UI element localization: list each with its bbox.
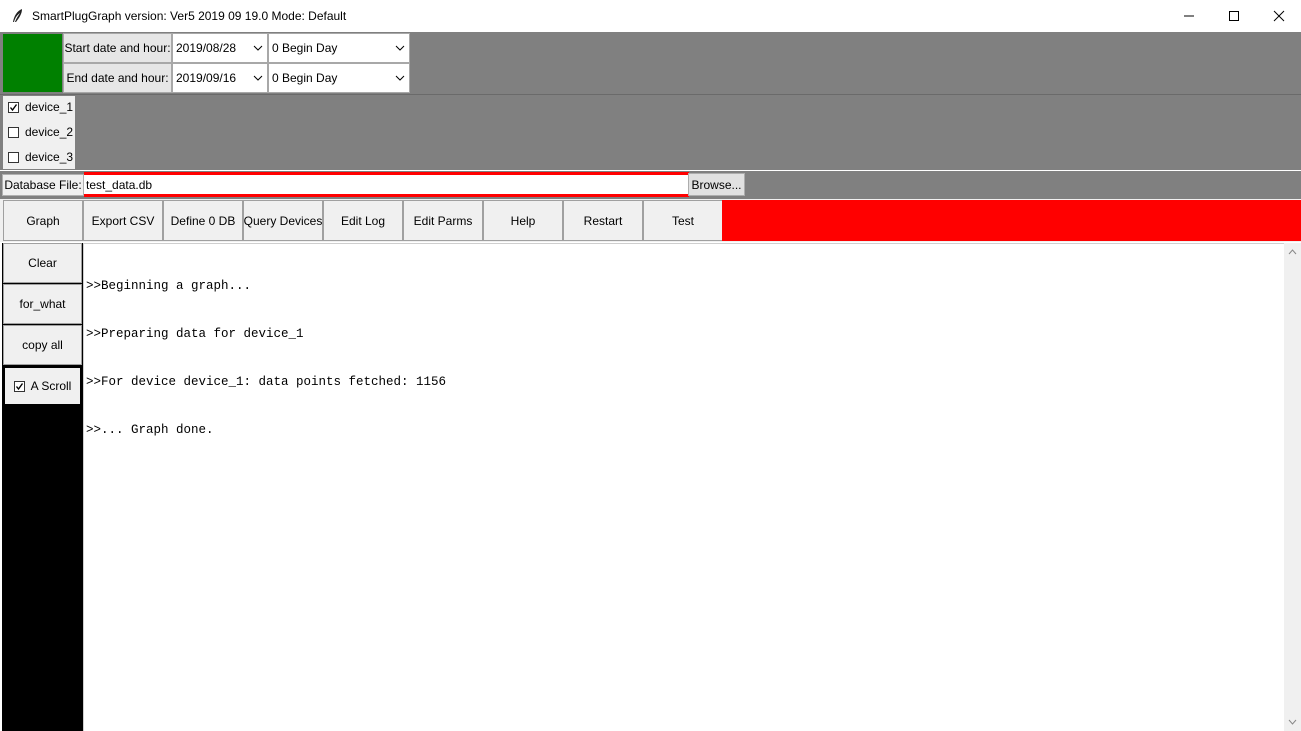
log-line: >>Preparing data for device_1 (86, 327, 304, 341)
maximize-button[interactable] (1211, 0, 1257, 32)
restart-button[interactable]: Restart (563, 200, 643, 241)
scroll-up-icon[interactable] (1284, 245, 1301, 259)
define-db-button[interactable]: Define 0 DB (163, 200, 243, 241)
minimize-button[interactable] (1166, 0, 1212, 32)
device-checkbox-1[interactable]: device_1 (8, 97, 73, 117)
database-file-input[interactable]: test_data.db (84, 172, 689, 197)
edit-parms-button[interactable]: Edit Parms (403, 200, 483, 241)
log-line: >>Beginning a graph... (86, 279, 252, 293)
end-date-label: End date and hour: (63, 63, 172, 93)
chevron-down-icon (395, 75, 405, 81)
start-date-label: Start date and hour: (63, 33, 172, 63)
export-csv-button[interactable]: Export CSV (83, 200, 163, 241)
for-what-button[interactable]: for_what (3, 284, 82, 324)
start-date-combo[interactable]: 2019/08/28 (172, 33, 268, 63)
query-devices-button[interactable]: Query Devices (243, 200, 323, 241)
browse-button[interactable]: Browse... (688, 173, 745, 196)
start-hour-combo[interactable]: 0 Begin Day (268, 33, 410, 63)
device-checkbox-2[interactable]: device_2 (8, 122, 73, 142)
end-hour-combo[interactable]: 0 Begin Day (268, 63, 410, 93)
vertical-scrollbar[interactable] (1284, 243, 1301, 731)
start-hour-value: 0 Begin Day (272, 41, 338, 55)
end-date-combo[interactable]: 2019/09/16 (172, 63, 268, 93)
device-checkbox-3[interactable]: device_3 (8, 147, 73, 167)
window-title: SmartPlugGraph version: Ver5 2019 09 19.… (32, 9, 347, 23)
status-bar (722, 200, 1301, 241)
log-line: >>... Graph done. (86, 423, 214, 437)
start-date-value: 2019/08/28 (176, 41, 237, 55)
minimize-icon (1184, 15, 1194, 17)
chevron-down-icon (253, 75, 263, 81)
checkbox[interactable] (8, 126, 19, 138)
auto-scroll-checkbox[interactable]: A Scroll (3, 366, 82, 406)
chevron-down-icon (395, 45, 405, 51)
end-hour-value: 0 Begin Day (272, 71, 338, 85)
test-button[interactable]: Test (643, 200, 723, 241)
checkbox[interactable] (8, 101, 19, 113)
chevron-down-icon (253, 45, 263, 51)
clear-button[interactable]: Clear (3, 243, 82, 283)
device-label: device_3 (25, 150, 74, 164)
device-label: device_1 (25, 100, 74, 114)
log-line: >>For device device_1: data points fetch… (86, 375, 447, 389)
checkbox[interactable] (8, 151, 19, 163)
graph-button[interactable]: Graph (3, 200, 83, 241)
edit-log-button[interactable]: Edit Log (323, 200, 403, 241)
database-file-label: Database File: (2, 174, 84, 196)
close-icon (1273, 10, 1285, 22)
checkbox[interactable] (13, 380, 25, 392)
device-label: device_2 (25, 125, 74, 139)
check-icon (15, 382, 23, 390)
feather-icon (13, 9, 22, 22)
end-date-value: 2019/09/16 (176, 71, 237, 85)
device-panel-bg (0, 94, 1301, 170)
check-icon (9, 103, 18, 111)
help-button[interactable]: Help (483, 200, 563, 241)
copy-all-button[interactable]: copy all (3, 325, 82, 365)
maximize-icon (1229, 11, 1239, 21)
scroll-down-icon[interactable] (1284, 715, 1301, 729)
auto-scroll-label: A Scroll (30, 379, 72, 393)
log-output: >>Beginning a graph... >>Preparing data … (86, 246, 446, 454)
close-button[interactable] (1256, 0, 1301, 32)
status-indicator (3, 34, 62, 92)
